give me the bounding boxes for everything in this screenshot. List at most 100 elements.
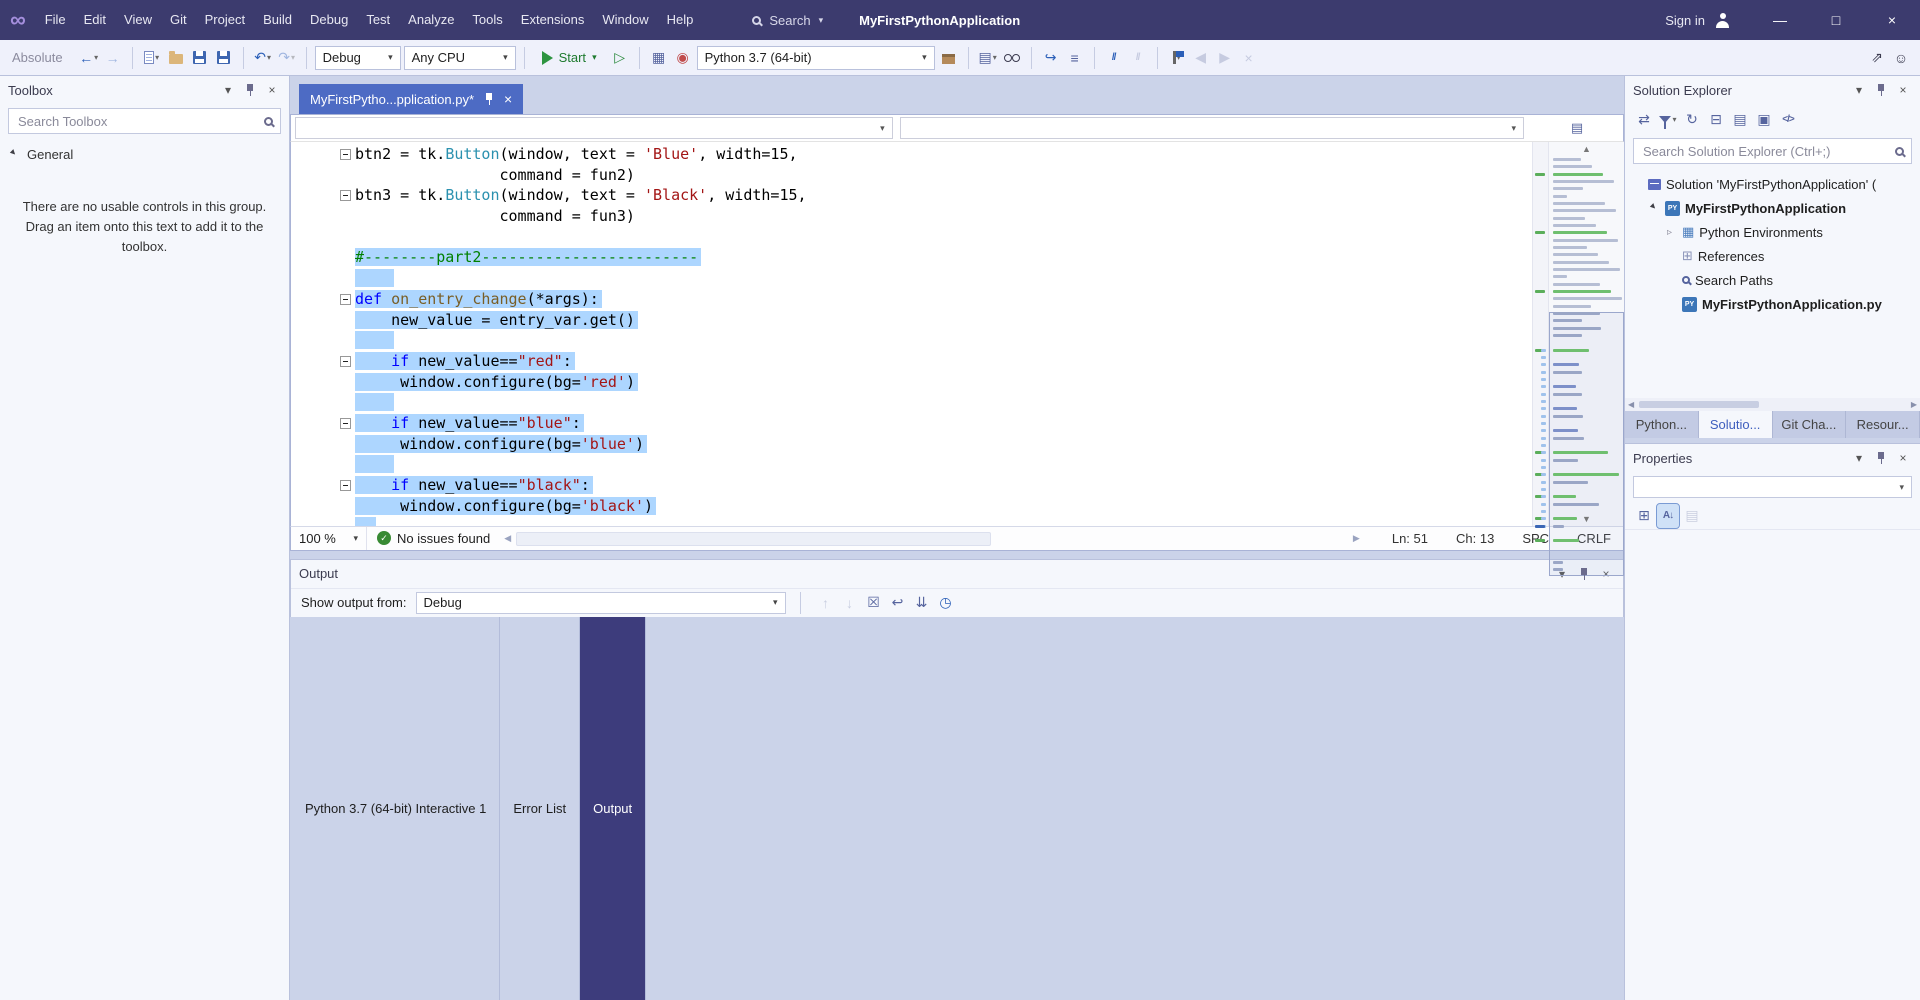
show-all-files-icon[interactable]: ▤	[1729, 107, 1751, 131]
pin-icon[interactable]	[1872, 80, 1890, 100]
menu-project[interactable]: Project	[196, 0, 254, 40]
menu-window[interactable]: Window	[593, 0, 657, 40]
property-pages-icon[interactable]: ▤	[1681, 504, 1703, 528]
column-indicator[interactable]: Ch: 13	[1456, 531, 1494, 546]
scrollbar-thumb[interactable]	[516, 532, 991, 546]
sync-with-active-document-icon[interactable]: ⇄	[1633, 107, 1655, 131]
breakpoints-window-icon[interactable]: ◉	[672, 46, 694, 70]
clear-bookmarks-icon[interactable]: ×	[1238, 46, 1260, 70]
code-line[interactable]	[291, 330, 1532, 351]
filter-icon[interactable]: ▾	[1657, 107, 1679, 131]
undo-icon[interactable]: ↶▾	[252, 46, 274, 70]
fold-collapse-icon[interactable]	[340, 356, 351, 367]
code-line[interactable]	[291, 516, 1532, 525]
scroll-up-icon[interactable]: ▲	[1549, 144, 1624, 154]
live-share-icon[interactable]: ⇗	[1866, 46, 1888, 70]
pin-icon[interactable]	[241, 80, 259, 100]
solution-explorer-hscrollbar[interactable]: ◀ ▶	[1625, 398, 1920, 411]
code-line[interactable]: if new_value=="blue":	[291, 413, 1532, 434]
close-button[interactable]: ×	[1864, 0, 1920, 40]
menu-git[interactable]: Git	[161, 0, 196, 40]
toggle-bookmark-icon[interactable]: ▾	[1166, 46, 1188, 70]
scrollbar-thumb[interactable]	[1639, 401, 1759, 408]
tool-window-tab-python-3-7-64-bit-interactive-1[interactable]: Python 3.7 (64-bit) Interactive 1	[292, 617, 500, 1000]
output-source-combo[interactable]: Debug▾	[416, 592, 786, 614]
code-line[interactable]	[291, 454, 1532, 475]
minimap-viewport[interactable]	[1549, 312, 1624, 576]
tool-window-tab-output[interactable]: Output	[580, 617, 646, 1000]
minimize-button[interactable]: —	[1752, 0, 1808, 40]
uncomment-icon[interactable]: //	[1127, 46, 1149, 70]
close-icon[interactable]: ×	[1894, 448, 1912, 468]
fold-collapse-icon[interactable]	[340, 294, 351, 305]
scroll-right-icon[interactable]: ▶	[1353, 533, 1360, 544]
start-options-chevron-icon[interactable]: ▾	[592, 52, 597, 63]
menu-tools[interactable]: Tools	[463, 0, 511, 40]
tool-window-tab-error-list[interactable]: Error List	[500, 617, 580, 1000]
configuration-combo[interactable]: Debug▾	[315, 46, 401, 70]
scroll-left-icon[interactable]: ◀	[1628, 400, 1634, 409]
platform-combo[interactable]: Any CPU▾	[404, 46, 516, 70]
properties-object-combo[interactable]: ▾	[1633, 476, 1912, 498]
space-indicator[interactable]: SPC	[1522, 531, 1549, 546]
fold-collapse-icon[interactable]	[340, 149, 351, 160]
toolbox-search-input[interactable]	[16, 113, 258, 130]
tree-item-solution-myfirstpythonapplicatio[interactable]: Solution 'MyFirstPythonApplication' (	[1625, 172, 1920, 196]
code-line[interactable]: new_value = entry_var.get()	[291, 310, 1532, 331]
back-icon[interactable]: ←▾	[78, 46, 100, 70]
member-dropdown[interactable]: ▾	[900, 117, 1524, 139]
go-to-next-message-icon[interactable]: ↓	[839, 591, 861, 615]
pin-tab-icon[interactable]	[483, 92, 495, 106]
new-file-icon[interactable]: ▾	[141, 46, 163, 70]
menu-build[interactable]: Build	[254, 0, 301, 40]
code-line[interactable]: window.configure(bg='blue')	[291, 434, 1532, 455]
maximize-button[interactable]: □	[1808, 0, 1864, 40]
categorized-icon[interactable]: ⊞	[1633, 504, 1655, 528]
scroll-left-icon[interactable]: ◀	[504, 533, 511, 544]
toolbox-section-general[interactable]: ▸ General	[0, 138, 289, 171]
document-health-indicator[interactable]: ✓ No issues found	[367, 531, 500, 546]
panel-tab-resour[interactable]: Resour...	[1846, 411, 1920, 438]
window-position-icon[interactable]: ▾	[219, 80, 237, 100]
code-line[interactable]: window.configure(bg='black')	[291, 496, 1532, 517]
menu-view[interactable]: View	[115, 0, 161, 40]
scrollbar-annotations[interactable]	[1532, 142, 1548, 526]
document-tab[interactable]: MyFirstPytho...pplication.py* ×	[299, 84, 523, 114]
python-environment-combo[interactable]: Python 3.7 (64-bit)▾	[697, 46, 935, 70]
solution-explorer-search[interactable]	[1633, 138, 1912, 164]
start-without-debugging-icon[interactable]: ▷	[609, 46, 631, 70]
save-all-icon[interactable]	[213, 46, 235, 70]
code-line[interactable]: btn3 = tk.Button(window, text = 'Black',…	[291, 185, 1532, 206]
toggle-word-wrap-icon[interactable]: ↩	[887, 591, 909, 615]
expander-expanded-icon[interactable]: ▸	[1648, 201, 1663, 216]
window-position-icon[interactable]: ▾	[1850, 448, 1868, 468]
line-indicator[interactable]: Ln: 51	[1392, 531, 1428, 546]
fold-collapse-icon[interactable]	[340, 418, 351, 429]
comment-out-icon[interactable]: //	[1103, 46, 1125, 70]
close-icon[interactable]: ×	[1894, 80, 1912, 100]
tree-item-myfirstpythonapplication[interactable]: ▸PYMyFirstPythonApplication	[1625, 196, 1920, 220]
save-icon[interactable]	[189, 46, 211, 70]
menu-test[interactable]: Test	[357, 0, 399, 40]
sign-in-button[interactable]: Sign in	[1665, 13, 1705, 28]
menu-extensions[interactable]: Extensions	[512, 0, 594, 40]
code-line[interactable]: btn2 = tk.Button(window, text = 'Blue', …	[291, 144, 1532, 165]
zoom-combo[interactable]: 100 %▾	[291, 527, 367, 550]
view-code-icon[interactable]: </>	[1777, 107, 1799, 131]
toolbox-search[interactable]	[8, 108, 281, 134]
send-feedback-icon[interactable]: ☺	[1890, 46, 1912, 70]
open-file-icon[interactable]	[165, 46, 187, 70]
scroll-right-icon[interactable]: ▶	[1911, 400, 1917, 409]
menu-edit[interactable]: Edit	[75, 0, 115, 40]
code-line[interactable]: def on_entry_change(*args):	[291, 289, 1532, 310]
split-window-button[interactable]: ▤	[1531, 120, 1623, 136]
clear-all-icon[interactable]: ☒	[863, 591, 885, 615]
solution-explorer-search-input[interactable]	[1641, 143, 1889, 160]
previous-bookmark-icon[interactable]: ◀	[1190, 46, 1212, 70]
code-line[interactable]	[291, 227, 1532, 248]
tree-item-references[interactable]: ⊞References	[1625, 244, 1920, 268]
fold-collapse-icon[interactable]	[340, 190, 351, 201]
attach-to-process-icon[interactable]: ▦	[648, 46, 670, 70]
horizontal-scrollbar[interactable]: ◀ ▶	[500, 527, 1364, 550]
solution-configurations-icon[interactable]: ▤▾	[977, 46, 999, 70]
